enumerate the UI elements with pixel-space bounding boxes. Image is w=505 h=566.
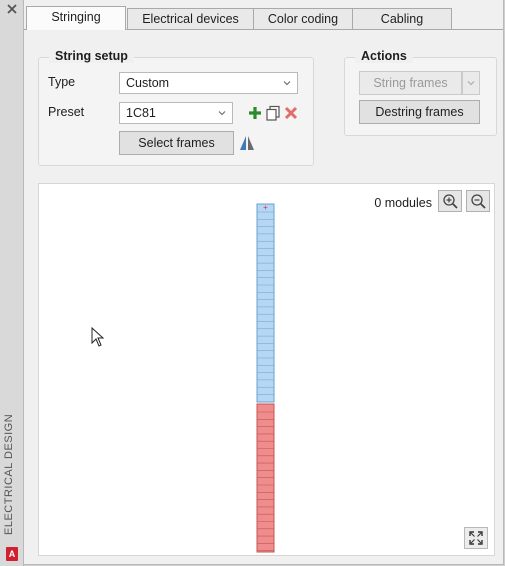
zoom-in-button[interactable] xyxy=(438,190,462,212)
string-frames-button[interactable]: String frames xyxy=(359,71,462,95)
modules-count: 0 modules xyxy=(374,196,432,210)
type-label: Type xyxy=(48,75,76,89)
palette-title: ELECTRICAL DESIGN xyxy=(3,413,15,535)
preset-select[interactable]: 1C81 xyxy=(119,102,233,124)
tab-color-coding[interactable]: Color coding xyxy=(253,8,353,29)
chevron-down-icon xyxy=(283,81,291,86)
tab-cabling[interactable]: Cabling xyxy=(352,8,452,29)
app-logo-icon: A xyxy=(6,547,18,561)
copy-icon[interactable] xyxy=(265,105,281,121)
chevron-down-icon xyxy=(467,81,475,86)
tab-stringing[interactable]: Stringing xyxy=(26,6,126,30)
string-frames-dropdown[interactable] xyxy=(462,71,480,95)
string-setup-title: String setup xyxy=(49,49,134,63)
module-string-diagram: + xyxy=(256,203,275,553)
destring-frames-button[interactable]: Destring frames xyxy=(359,100,480,124)
close-icon[interactable] xyxy=(6,3,18,15)
string-setup-group: String setup Type Custom Preset 1C81 Sel… xyxy=(38,49,314,166)
string-preview-canvas[interactable]: 0 modules + xyxy=(38,183,495,556)
zoom-out-button[interactable] xyxy=(466,190,490,212)
mouse-cursor-icon xyxy=(91,327,105,347)
tab-electrical-devices[interactable]: Electrical devices xyxy=(127,8,254,29)
fit-to-view-icon xyxy=(469,531,483,545)
type-value: Custom xyxy=(126,76,170,90)
tab-strip: Stringing Electrical devices Color codin… xyxy=(24,6,503,30)
actions-title: Actions xyxy=(355,49,413,63)
fit-to-view-button[interactable] xyxy=(464,527,488,549)
zoom-in-icon xyxy=(443,194,458,209)
zoom-out-icon xyxy=(471,194,486,209)
select-frames-button[interactable]: Select frames xyxy=(119,131,234,155)
delete-icon[interactable] xyxy=(283,105,299,121)
type-select[interactable]: Custom xyxy=(119,72,298,94)
palette-content: Stringing Electrical devices Color codin… xyxy=(24,0,504,565)
chevron-down-icon xyxy=(218,111,226,116)
preset-value: 1C81 xyxy=(126,106,156,120)
side-rail: ELECTRICAL DESIGN A xyxy=(0,0,24,566)
mirror-icon[interactable] xyxy=(238,134,256,152)
actions-group: Actions String frames Destring frames xyxy=(344,49,497,136)
positive-marker: + xyxy=(263,203,268,212)
electrical-design-palette: ELECTRICAL DESIGN A Stringing Electrical… xyxy=(0,0,505,566)
preset-label: Preset xyxy=(48,105,85,119)
plus-icon[interactable] xyxy=(247,105,263,121)
